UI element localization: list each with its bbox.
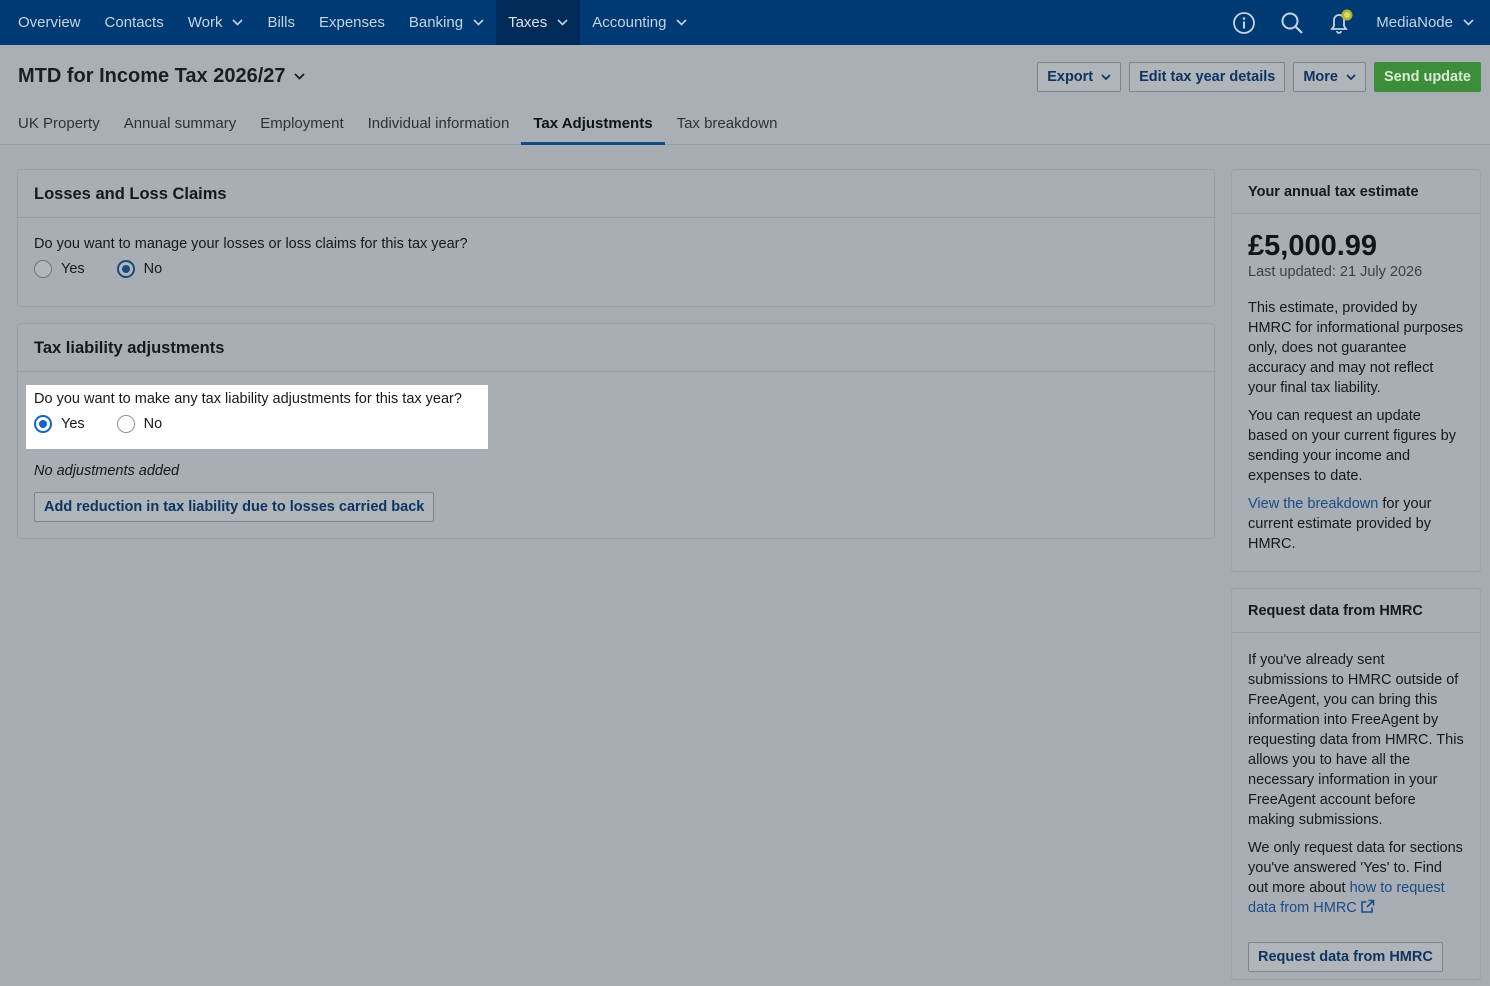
losses-card-title: Losses and Loss Claims xyxy=(18,170,1214,218)
nav-item-accounting[interactable]: Accounting xyxy=(580,0,699,45)
search-icon[interactable] xyxy=(1268,0,1316,45)
add-reduction-button[interactable]: Add reduction in tax liability due to lo… xyxy=(34,492,435,522)
nav-item-label: Accounting xyxy=(592,14,667,31)
radio-label: Yes xyxy=(61,261,85,277)
empty-state-text: No adjustments added xyxy=(34,463,180,479)
more-button[interactable]: More xyxy=(1293,62,1366,92)
tax-liability-question: Do you want to make any tax liability ad… xyxy=(34,391,462,407)
tax-liability-question-group: Do you want to make any tax liability ad… xyxy=(26,385,488,449)
account-name: MediaNode xyxy=(1376,14,1453,31)
more-button-label: More xyxy=(1303,69,1338,85)
request-data-button[interactable]: Request data from HMRC xyxy=(1248,942,1443,972)
top-navigation: Overview Contacts Work Bills Expenses Ba… xyxy=(0,0,1490,45)
header-actions: Export Edit tax year details More Send u… xyxy=(1037,62,1481,92)
tab-individual-information[interactable]: Individual information xyxy=(356,101,522,145)
tab-bar: UK Property Annual summary Employment In… xyxy=(0,101,789,145)
request-hmrc-title: Request data from HMRC xyxy=(1232,589,1480,633)
nav-item-label: Banking xyxy=(408,14,464,31)
tax-liability-card: Tax liability adjustments Do you want to… xyxy=(17,323,1215,539)
send-button-label: Send update xyxy=(1383,69,1471,85)
chevron-down-icon xyxy=(1463,19,1474,26)
losses-radio-group: Yes No xyxy=(34,260,1198,278)
tab-employment[interactable]: Employment xyxy=(248,101,355,145)
nav-item-taxes[interactable]: Taxes xyxy=(496,0,581,45)
add-reduction-label: Add reduction in tax liability due to lo… xyxy=(44,499,425,515)
nav-item-label: Bills xyxy=(267,14,295,31)
breakdown-paragraph: View the breakdown for your current esti… xyxy=(1248,494,1464,554)
losses-question: Do you want to manage your losses or los… xyxy=(34,236,468,252)
hmrc-sections-paragraph: We only request data for sections you've… xyxy=(1248,838,1464,918)
tab-tax-adjustments[interactable]: Tax Adjustments xyxy=(521,101,665,145)
radio-circle-checked xyxy=(116,260,135,278)
nav-item-label: Expenses xyxy=(318,14,385,31)
external-link-icon xyxy=(1360,899,1375,914)
tax-liability-radio-yes[interactable]: Yes xyxy=(34,415,85,433)
nav-item-label: Contacts xyxy=(104,14,164,31)
tax-estimate-title: Your annual tax estimate xyxy=(1232,170,1480,214)
nav-item-label: Taxes xyxy=(508,14,548,31)
nav-utilities: MediaNode xyxy=(1220,0,1490,45)
export-button[interactable]: Export xyxy=(1037,62,1122,92)
estimate-update-info: You can request an update based on your … xyxy=(1248,408,1456,484)
nav-item-overview[interactable]: Overview xyxy=(0,0,93,45)
account-menu[interactable]: MediaNode xyxy=(1364,14,1490,31)
radio-label: No xyxy=(143,261,163,277)
tax-liability-card-title: Tax liability adjustments xyxy=(18,324,1214,372)
radio-circle xyxy=(34,260,52,278)
nav-item-banking[interactable]: Banking xyxy=(397,0,496,45)
tax-liability-radio-no[interactable]: No xyxy=(116,415,163,433)
losses-radio-no[interactable]: No xyxy=(116,260,163,278)
info-icon[interactable] xyxy=(1220,0,1268,45)
chevron-down-icon xyxy=(557,19,568,26)
chevron-down-icon xyxy=(676,19,688,26)
page-title: MTD for Income Tax 2026/27 xyxy=(18,65,286,87)
send-update-button[interactable]: Send update xyxy=(1373,62,1481,92)
radio-circle-checked xyxy=(34,415,52,433)
chevron-down-icon xyxy=(232,19,244,26)
nav-item-label: Work xyxy=(187,14,223,31)
losses-radio-yes[interactable]: Yes xyxy=(34,260,85,278)
notification-bell-icon[interactable] xyxy=(1316,0,1364,45)
chevron-down-icon xyxy=(293,73,305,80)
radio-label: No xyxy=(143,416,163,432)
view-breakdown-link[interactable]: View the breakdown xyxy=(1248,496,1378,512)
request-hmrc-card: Request data from HMRC If you've already… xyxy=(1231,588,1481,980)
nav-item-contacts[interactable]: Contacts xyxy=(93,0,176,45)
tax-year-selector[interactable]: MTD for Income Tax 2026/27 xyxy=(18,65,305,88)
hmrc-info-paragraph: If you've already sent submissions to HM… xyxy=(1248,652,1464,828)
edit-button-label: Edit tax year details xyxy=(1139,69,1276,85)
losses-card: Losses and Loss Claims Do you want to ma… xyxy=(17,169,1215,307)
estimate-disclaimer: This estimate, provided by HMRC for info… xyxy=(1248,300,1464,396)
tab-tax-breakdown[interactable]: Tax breakdown xyxy=(665,101,790,145)
tax-estimate-amount: £5,000.99 xyxy=(1248,230,1378,262)
nav-item-work[interactable]: Work xyxy=(176,0,256,45)
tax-estimate-card: Your annual tax estimate £5,000.99 Last … xyxy=(1231,169,1481,572)
tab-uk-property[interactable]: UK Property xyxy=(0,101,112,145)
radio-label: Yes xyxy=(61,416,85,432)
nav-item-label: Overview xyxy=(18,14,81,31)
request-data-label: Request data from HMRC xyxy=(1258,949,1433,965)
nav-item-bills[interactable]: Bills xyxy=(255,0,307,45)
chevron-down-icon xyxy=(1101,73,1111,81)
last-updated-text: Last updated: 21 July 2026 xyxy=(1248,264,1423,280)
tax-liability-radio-group: Yes No xyxy=(34,415,480,433)
tab-annual-summary[interactable]: Annual summary xyxy=(112,101,249,145)
radio-circle xyxy=(116,415,135,433)
chevron-down-icon xyxy=(1346,73,1356,81)
export-button-label: Export xyxy=(1047,69,1094,85)
nav-item-expenses[interactable]: Expenses xyxy=(307,0,397,45)
page-header: MTD for Income Tax 2026/27 Export Edit t… xyxy=(0,45,1490,145)
edit-tax-year-button[interactable]: Edit tax year details xyxy=(1129,62,1286,92)
chevron-down-icon xyxy=(473,19,484,26)
